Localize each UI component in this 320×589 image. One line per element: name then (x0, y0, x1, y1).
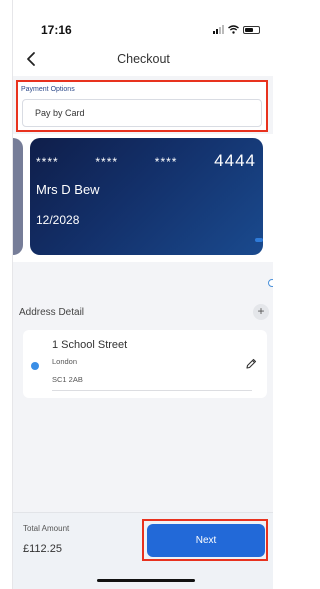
signal-icon (213, 25, 224, 34)
card-holder-name: Mrs D Bew (36, 182, 100, 197)
card-last4: 4444 (214, 151, 256, 170)
total-amount-label: Total Amount (23, 524, 70, 533)
payment-options-section: Payment Options Pay by Card (16, 80, 268, 132)
page-title: Checkout (117, 52, 170, 66)
pencil-icon[interactable] (245, 358, 257, 370)
plus-icon: + (257, 304, 265, 318)
card-mask-group: **** (95, 155, 119, 169)
previous-card-peek[interactable] (13, 138, 23, 255)
address-postcode: SC1 2AB (52, 375, 83, 384)
next-button[interactable]: Next (147, 524, 265, 557)
address-city: London (52, 357, 78, 366)
address-card[interactable]: 1 School Street London SC1 2AB (23, 330, 267, 398)
status-icons (213, 25, 260, 34)
carousel-dot[interactable] (268, 279, 273, 287)
wifi-icon (228, 25, 239, 34)
address-radio[interactable] (31, 362, 39, 370)
address-divider (52, 390, 252, 391)
card-number: **** **** **** 4444 (36, 151, 256, 171)
checkout-screen: 17:16 Checkout Payment Options Pay by Ca… (12, 0, 273, 589)
card-accent (255, 238, 263, 242)
card-carousel: **** **** **** 4444 Mrs D Bew 12/2028 (13, 134, 273, 287)
status-time: 17:16 (41, 23, 72, 37)
card-mask-group: **** (36, 155, 59, 169)
battery-icon (243, 25, 260, 34)
payment-options-label: Payment Options (21, 86, 75, 93)
card-mask-group: **** (154, 155, 178, 169)
checkout-footer: Total Amount £112.25 Next (13, 512, 273, 589)
payment-card[interactable]: **** **** **** 4444 Mrs D Bew 12/2028 (30, 138, 263, 255)
home-indicator[interactable] (97, 579, 195, 582)
add-address-button[interactable]: + (253, 304, 269, 320)
address-header: Address Detail + (13, 298, 273, 324)
card-expiry: 12/2028 (36, 213, 80, 227)
address-title: Address Detail (19, 307, 85, 318)
payment-method-select[interactable]: Pay by Card (22, 99, 262, 127)
status-bar: 17:16 (13, 0, 273, 42)
payment-method-value: Pay by Card (35, 108, 85, 118)
header: Checkout (13, 42, 273, 76)
total-amount-value: £112.25 (23, 543, 62, 555)
address-line1: 1 School Street (52, 339, 128, 351)
